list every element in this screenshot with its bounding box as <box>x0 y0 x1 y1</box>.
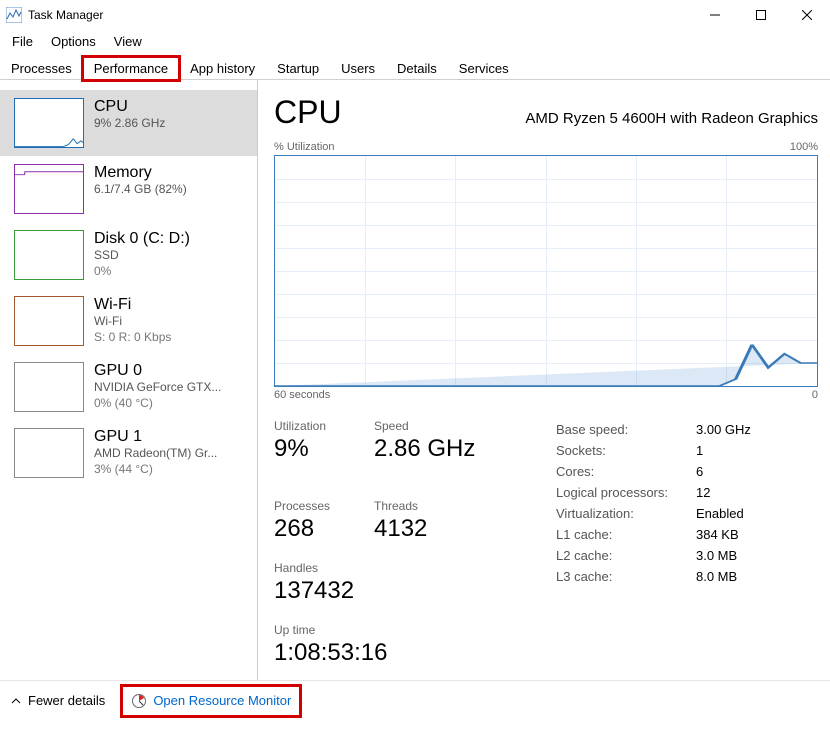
table-row: L2 cache:3.0 MB <box>552 545 818 566</box>
menubar: File Options View <box>0 30 830 52</box>
sidebar-item-label: Memory <box>94 164 187 182</box>
sidebar-item-sub2: 3% (44 °C) <box>94 462 217 476</box>
sidebar-item-sub2: 0% <box>94 264 190 278</box>
table-row: Sockets:1 <box>552 440 818 461</box>
sidebar-item-sub: SSD <box>94 248 190 262</box>
tab-services[interactable]: Services <box>448 57 520 80</box>
handles-value: 137432 <box>274 577 354 605</box>
tabs: Processes Performance App history Startu… <box>0 56 830 80</box>
speed-value: 2.86 GHz <box>374 435 475 463</box>
table-row: Cores:6 <box>552 461 818 482</box>
chart-ymax: 100% <box>790 141 818 153</box>
uptime-value: 1:08:53:16 <box>274 639 524 667</box>
chart-ylabel: % Utilization <box>274 141 335 153</box>
menu-view[interactable]: View <box>106 32 150 51</box>
tab-performance[interactable]: Performance <box>83 57 179 80</box>
sidebar-item-sub: 6.1/7.4 GB (82%) <box>94 182 187 196</box>
cpu-details-table: Base speed:3.00 GHz Sockets:1 Cores:6 Lo… <box>552 419 818 587</box>
maximize-button[interactable] <box>738 0 784 30</box>
utilization-value: 9% <box>274 435 346 463</box>
sidebar-item-sub: NVIDIA GeForce GTX... <box>94 380 221 394</box>
tab-users[interactable]: Users <box>330 57 386 80</box>
utilization-chart[interactable] <box>274 155 818 387</box>
close-button[interactable] <box>784 0 830 30</box>
chevron-up-icon <box>10 695 22 707</box>
sidebar-item-sub: AMD Radeon(TM) Gr... <box>94 446 217 460</box>
table-row: Virtualization:Enabled <box>552 503 818 524</box>
sidebar-item-sub2: 0% (40 °C) <box>94 396 221 410</box>
tab-app-history[interactable]: App history <box>179 57 266 80</box>
sidebar-item-gpu1[interactable]: GPU 1 AMD Radeon(TM) Gr... 3% (44 °C) <box>0 420 257 486</box>
sidebar-item-wifi[interactable]: Wi-Fi Wi-Fi S: 0 R: 0 Kbps <box>0 288 257 354</box>
performance-pane: CPU AMD Ryzen 5 4600H with Radeon Graphi… <box>258 80 830 680</box>
menu-options[interactable]: Options <box>43 32 104 51</box>
gpu1-thumbnail <box>14 428 84 478</box>
speed-label: Speed <box>374 419 475 433</box>
uptime-label: Up time <box>274 623 524 637</box>
cpu-model: AMD Ryzen 5 4600H with Radeon Graphics <box>525 110 818 127</box>
sidebar-item-label: Disk 0 (C: D:) <box>94 230 190 248</box>
disk-thumbnail <box>14 230 84 280</box>
sidebar-item-gpu0[interactable]: GPU 0 NVIDIA GeForce GTX... 0% (40 °C) <box>0 354 257 420</box>
sidebar-item-sub: Wi-Fi <box>94 314 171 328</box>
sidebar-item-sub: 9% 2.86 GHz <box>94 116 165 130</box>
threads-label: Threads <box>374 499 446 513</box>
sidebar-item-label: Wi-Fi <box>94 296 171 314</box>
window-title: Task Manager <box>28 8 103 22</box>
fewer-details-button[interactable]: Fewer details <box>10 693 105 708</box>
content: CPU 9% 2.86 GHz Memory 6.1/7.4 GB (82%) … <box>0 80 830 680</box>
wifi-thumbnail <box>14 296 84 346</box>
chart-xlabel-left: 60 seconds <box>274 389 330 401</box>
handles-label: Handles <box>274 561 354 575</box>
tab-startup[interactable]: Startup <box>266 57 330 80</box>
memory-thumbnail <box>14 164 84 214</box>
sidebar-item-cpu[interactable]: CPU 9% 2.86 GHz <box>0 90 257 156</box>
cpu-thumbnail <box>14 98 84 148</box>
table-row: L1 cache:384 KB <box>552 524 818 545</box>
table-row: L3 cache:8.0 MB <box>552 566 818 587</box>
sidebar-item-label: CPU <box>94 98 165 116</box>
titlebar: Task Manager <box>0 0 830 30</box>
minimize-button[interactable] <box>692 0 738 30</box>
resource-monitor-icon <box>131 693 147 709</box>
processes-label: Processes <box>274 499 346 513</box>
app-icon <box>6 7 22 23</box>
utilization-label: Utilization <box>274 419 346 433</box>
sidebar-item-label: GPU 1 <box>94 428 217 446</box>
sidebar-item-label: GPU 0 <box>94 362 221 380</box>
processes-value: 268 <box>274 515 346 543</box>
menu-file[interactable]: File <box>4 32 41 51</box>
chart-xlabel-right: 0 <box>812 389 818 401</box>
sidebar-item-memory[interactable]: Memory 6.1/7.4 GB (82%) <box>0 156 257 222</box>
footer: Fewer details Open Resource Monitor <box>0 680 830 720</box>
table-row: Base speed:3.00 GHz <box>552 419 818 440</box>
tab-processes[interactable]: Processes <box>0 57 83 80</box>
tab-details[interactable]: Details <box>386 57 448 80</box>
table-row: Logical processors:12 <box>552 482 818 503</box>
threads-value: 4132 <box>374 515 446 543</box>
open-resource-monitor-link[interactable]: Open Resource Monitor <box>123 687 299 715</box>
sidebar-item-disk0[interactable]: Disk 0 (C: D:) SSD 0% <box>0 222 257 288</box>
pane-title: CPU <box>274 94 342 131</box>
sidebar: CPU 9% 2.86 GHz Memory 6.1/7.4 GB (82%) … <box>0 80 258 680</box>
sidebar-item-sub2: S: 0 R: 0 Kbps <box>94 330 171 344</box>
gpu0-thumbnail <box>14 362 84 412</box>
